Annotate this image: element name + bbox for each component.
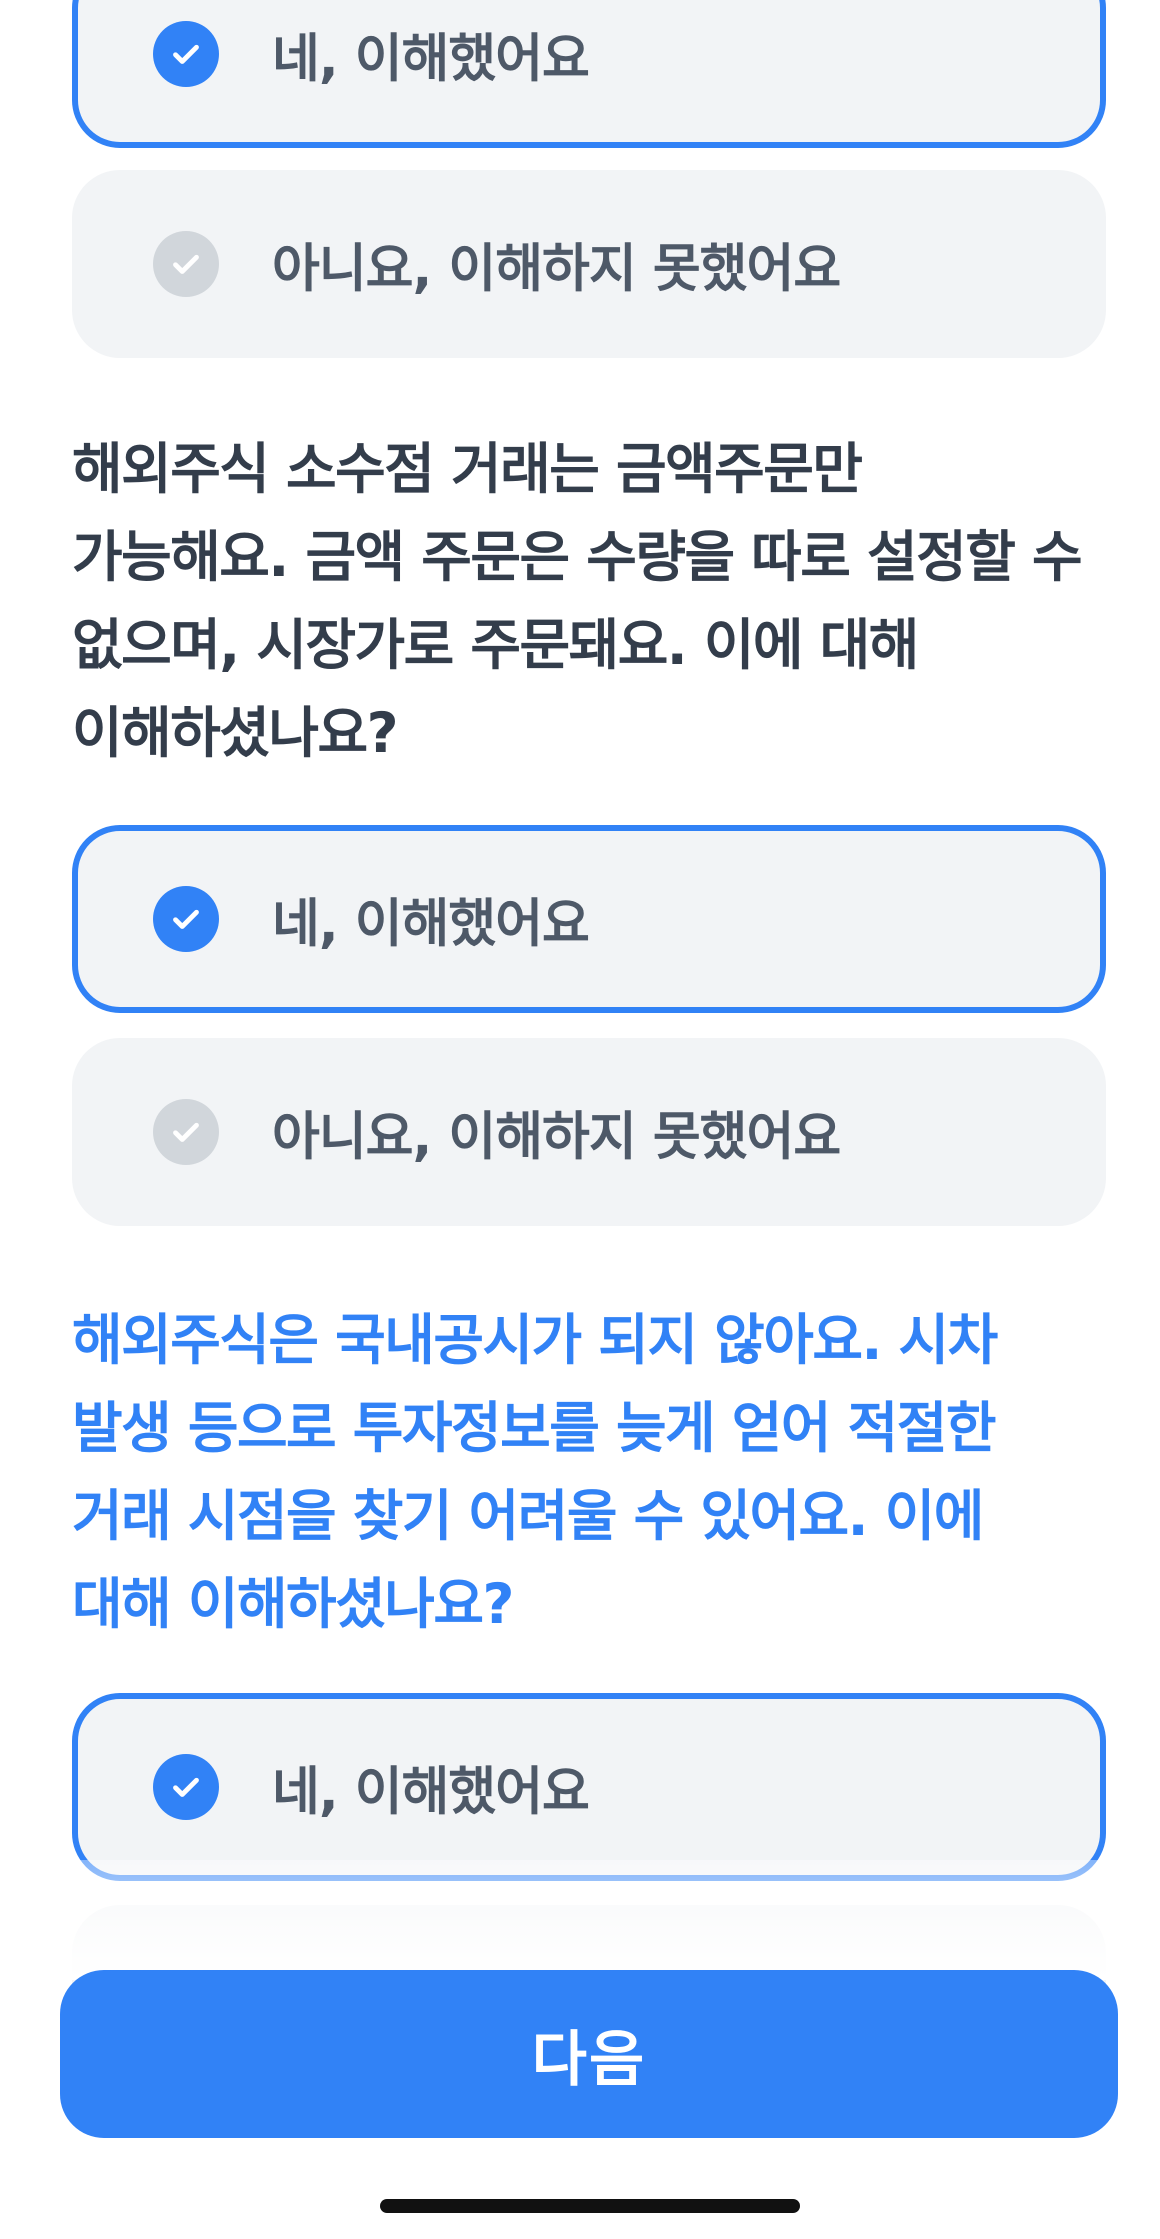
option-label: 네, 이해했어요 [272, 29, 590, 90]
answer-yes-option[interactable]: 네, 이해했어요 [72, 1693, 1106, 1881]
question-line: 없으며, 시장가로 주문돼요. 이에 대해 [72, 613, 919, 677]
screen: 네, 이해했어요 아니요, 이해하지 못했어요 해외주식 소수점 거래는 금액주… [0, 0, 1160, 2239]
question-line: 가능해요. 금액 주문은 수량을 따로 설정할 수 [72, 525, 1083, 589]
next-button[interactable]: 다음 [60, 1970, 1118, 2138]
question-line: 대해 이해하셨나요? [72, 1572, 514, 1636]
checkmark-icon [153, 1754, 219, 1820]
home-indicator [380, 2199, 800, 2213]
question-text: 해외주식은 국내공시가 되지 않아요. 시차 발생 등으로 투자정보를 늦게 얻… [72, 1296, 1160, 1648]
question-line: 해외주식 소수점 거래는 금액주문만 [72, 437, 863, 501]
checkmark-icon [153, 21, 219, 87]
option-label: 아니요, 이해하지 못했어요 [272, 239, 841, 300]
answer-yes-option[interactable]: 네, 이해했어요 [72, 0, 1106, 148]
option-label: 네, 이해했어요 [272, 894, 590, 955]
question-line: 발생 등으로 투자정보를 늦게 얻어 적절한 [72, 1396, 996, 1460]
answer-no-option[interactable]: 아니요, 이해하지 못했어요 [72, 170, 1106, 358]
option-label: 네, 이해했어요 [272, 1762, 590, 1823]
answer-no-option[interactable]: 아니요, 이해하지 못했어요 [72, 1038, 1106, 1226]
question-line: 이해하셨나요? [72, 701, 399, 765]
question-line: 해외주식은 국내공시가 되지 않아요. 시차 [72, 1308, 998, 1372]
question-line: 거래 시점을 찾기 어려울 수 있어요. 이에 [72, 1484, 984, 1548]
checkmark-icon [153, 886, 219, 952]
option-label: 아니요, 이해하지 못했어요 [272, 1107, 841, 1168]
checkmark-icon [153, 231, 219, 297]
checkmark-icon [153, 1099, 219, 1165]
question-text: 해외주식 소수점 거래는 금액주문만 가능해요. 금액 주문은 수량을 따로 설… [72, 425, 1160, 777]
answer-yes-option[interactable]: 네, 이해했어요 [72, 825, 1106, 1013]
bottom-fade [0, 1860, 1160, 1980]
